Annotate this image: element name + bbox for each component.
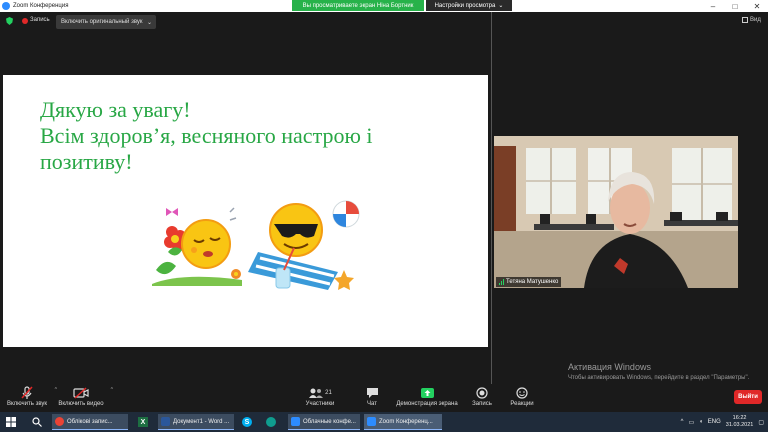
taskbar-app-label: Документ1 - Word ...: [173, 418, 230, 425]
taskbar-app-word[interactable]: Документ1 - Word ...: [158, 414, 234, 430]
reactions-button[interactable]: Реакции: [508, 384, 536, 412]
windows-activation-watermark: Активация Windows Чтобы активировать Win…: [568, 362, 758, 382]
close-button[interactable]: ✕: [746, 0, 768, 12]
taskbar-clock[interactable]: 16:22 31.03.2021: [726, 415, 754, 429]
skype-icon: S: [242, 417, 252, 427]
slide-line-2: Всім здоров’я, весняного настрою і: [40, 123, 373, 148]
flower-icon: [156, 226, 186, 275]
word-icon: [161, 417, 170, 426]
record-button[interactable]: Запись: [470, 384, 494, 412]
clock-date: 31.03.2021: [725, 422, 754, 428]
zoom-window: Zoom Конференция Вы просматриваете экран…: [0, 0, 768, 432]
participants-count: 21: [325, 389, 332, 396]
participant-video: [494, 136, 738, 288]
taskbar-skype[interactable]: S: [240, 415, 254, 429]
chevron-up-icon[interactable]: ^: [111, 387, 113, 393]
share-screen-label: Демонстрация экрана: [396, 401, 458, 407]
view-options-button[interactable]: Настройки просмотра ⌄: [426, 0, 512, 11]
participant-name: Тетяна Матушенко: [506, 279, 559, 285]
taskbar-app-label: Облачные конфе...: [303, 418, 356, 425]
recording-label: Запись: [30, 17, 50, 23]
system-tray: ^ ▭ ◖ ENG 16:22 31.03.2021 ▢: [681, 414, 764, 430]
chevron-down-icon: ⌄: [498, 3, 504, 9]
shared-screen-slide: Дякую за увагу! Всім здоров’я, весняного…: [3, 75, 488, 347]
start-button[interactable]: [4, 415, 18, 429]
excel-icon: X: [138, 417, 148, 427]
record-label: Запись: [472, 401, 492, 407]
unmute-button[interactable]: ^ Включить звук: [4, 384, 57, 412]
split-divider[interactable]: [491, 12, 492, 392]
taskbar-app-zoom-meeting[interactable]: Zoom Конференц...: [364, 414, 442, 430]
start-video-button[interactable]: ^ Включить видео: [56, 384, 113, 412]
beach-ball-icon: [332, 200, 360, 228]
window-controls: – □ ✕: [702, 0, 768, 12]
slide-line-3: позитиву!: [40, 149, 133, 174]
screen-share-banner: Вы просматриваете экран Ніна Бортник: [292, 0, 424, 11]
reactions-icon: [516, 384, 528, 401]
notifications-icon[interactable]: ▢: [758, 419, 764, 426]
activation-title: Активация Windows: [568, 362, 651, 372]
participants-label: Участники: [305, 401, 335, 407]
smiley-illustration: [152, 200, 360, 290]
windows-logo-icon: [6, 417, 16, 427]
windows-taskbar: Облікові запис... X Документ1 - Word ...…: [0, 412, 768, 432]
drink-glass-icon: [275, 267, 291, 289]
edge-icon: [266, 417, 276, 427]
zoom-icon: [367, 417, 376, 426]
chevron-up-icon[interactable]: ^: [681, 419, 684, 425]
network-icon[interactable]: ▭: [688, 419, 694, 426]
meeting-toolbar: ^ Включить звук ^ Включить видео 21 Учас…: [0, 384, 768, 412]
volume-icon[interactable]: ◖: [699, 419, 703, 425]
participants-button[interactable]: 21 Участники: [302, 384, 338, 412]
muted-microphone-icon: ^: [20, 384, 57, 401]
chat-label: Чат: [367, 401, 377, 407]
sunglasses-smiley-icon: [269, 203, 323, 257]
minimize-button[interactable]: –: [702, 0, 724, 12]
chat-icon: [366, 384, 379, 401]
grid-icon: [742, 17, 748, 23]
window-title: Zoom Конференция: [13, 3, 69, 9]
maximize-button[interactable]: □: [724, 0, 746, 12]
taskbar-app-zoom-cloud[interactable]: Облачные конфе...: [288, 414, 360, 430]
taskbar-excel[interactable]: X: [136, 415, 150, 429]
participant-video-tile[interactable]: Тетяна Матушенко: [494, 136, 738, 288]
search-icon: [32, 417, 42, 427]
slide-line-1: Дякую за увагу!: [40, 97, 191, 122]
keyboard-language[interactable]: ENG: [708, 419, 721, 425]
taskbar-app-label: Облікові запис...: [67, 418, 113, 425]
participants-icon: 21: [308, 384, 332, 401]
chevron-down-icon: ⌄: [146, 19, 152, 26]
original-sound-label: Включить оригинальный звук: [61, 19, 143, 25]
taskbar-app-chrome[interactable]: Облікові запис...: [52, 414, 128, 430]
recording-dot-icon: [22, 18, 28, 24]
start-video-label: Включить видео: [58, 401, 104, 407]
leave-meeting-button[interactable]: Выйти: [734, 390, 762, 404]
search-button[interactable]: [30, 415, 44, 429]
video-off-icon: ^: [73, 384, 113, 401]
butterfly-icon: [166, 208, 178, 216]
slide-text: Дякую за увагу! Всім здоров’я, весняного…: [40, 97, 480, 175]
zoom-icon: [291, 417, 300, 426]
activation-text: Чтобы активировать Windows, перейдите в …: [568, 375, 750, 381]
original-sound-button[interactable]: Включить оригинальный звук ⌄: [56, 15, 156, 29]
chrome-icon: [55, 417, 64, 426]
share-screen-button[interactable]: Демонстрация экрана: [394, 384, 460, 412]
zoom-logo-icon: [2, 2, 10, 10]
view-label: Вид: [750, 17, 761, 23]
chat-button[interactable]: Чат: [362, 384, 382, 412]
sleeping-smiley-icon: [181, 219, 231, 269]
taskbar-edge[interactable]: [264, 415, 278, 429]
taskbar-app-label: Zoom Конференц...: [379, 418, 433, 425]
unmute-label: Включить звук: [6, 401, 47, 407]
view-layout-button[interactable]: Вид: [742, 17, 761, 23]
clock-time: 16:22: [732, 415, 747, 421]
reactions-label: Реакции: [510, 401, 534, 407]
view-options-label: Настройки просмотра: [434, 2, 496, 9]
participant-name-tag: Тетяна Матушенко: [496, 277, 562, 287]
signal-strength-icon: [499, 279, 504, 285]
record-icon: [476, 384, 488, 401]
share-screen-icon: [420, 384, 434, 401]
